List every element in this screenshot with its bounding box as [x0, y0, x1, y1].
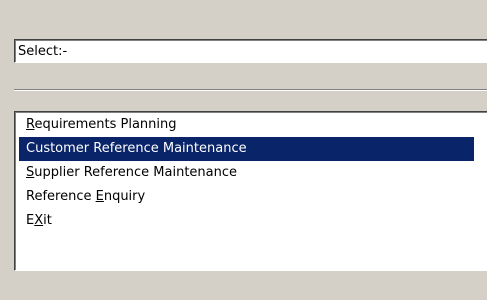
- list-item-requirements-planning[interactable]: Requirements Planning: [19, 113, 474, 137]
- menu-listbox[interactable]: Requirements Planning Customer Reference…: [14, 111, 487, 271]
- select-field-label: Select:-: [18, 44, 68, 59]
- separator: [14, 89, 487, 91]
- accelerator-key: E: [95, 189, 104, 204]
- list-item-supplier-reference-maintenance[interactable]: Supplier Reference Maintenance: [19, 161, 474, 185]
- list-item-customer-reference-maintenance[interactable]: Customer Reference Maintenance: [19, 137, 474, 161]
- select-field[interactable]: Select:-: [14, 39, 487, 63]
- accelerator-key: X: [34, 213, 44, 228]
- list-item-exit[interactable]: EXit: [19, 209, 474, 233]
- list-item-reference-enquiry[interactable]: Reference Enquiry: [19, 185, 474, 209]
- menu-window: Select:- Requirements Planning Customer …: [0, 0, 487, 300]
